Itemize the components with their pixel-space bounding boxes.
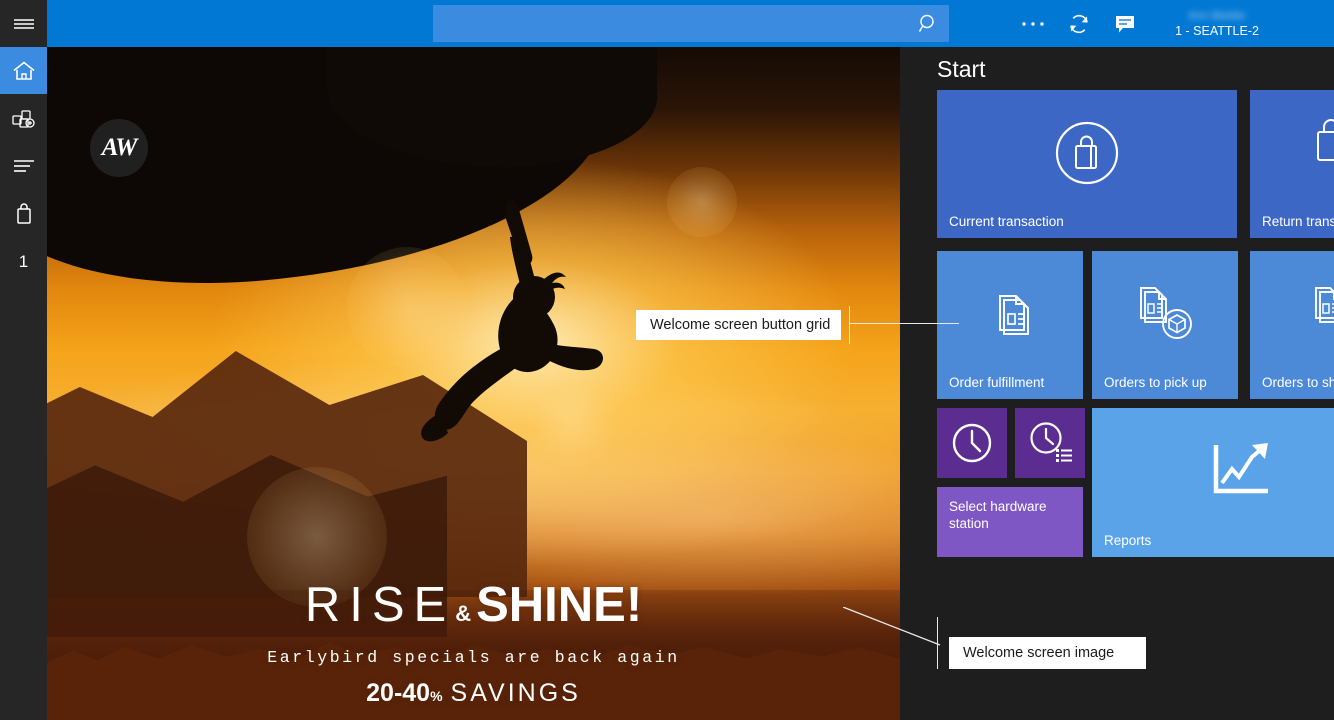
cart-item-count[interactable]: 1 [0,238,47,286]
promo-savings-word: SAVINGS [451,679,581,707]
promo-savings-value: 20-40 [366,679,430,707]
tile-return-transaction[interactable]: Return transaction [1250,90,1334,238]
promo-savings-percent: % [430,688,442,704]
tile-current-transaction[interactable]: Current transaction [937,90,1237,238]
user-info[interactable]: Ann Beebe 1 - SEATTLE-2 [1147,0,1287,47]
tile-icon-wrap [1250,251,1334,377]
callout-welcome-image: Welcome screen image [949,637,1146,669]
refresh-button[interactable] [1055,0,1103,47]
clock-list-icon [1026,419,1074,467]
clock-icon [949,420,995,466]
climber-silhouette [382,197,642,457]
tile-order-fulfillment[interactable]: Order fulfillment [937,251,1083,399]
user-store: 1 - SEATTLE-2 [1175,24,1259,38]
refresh-icon [1067,12,1091,36]
messages-button[interactable] [1101,0,1149,47]
message-icon [1114,13,1136,35]
chart-arrow-up-icon [1208,441,1280,503]
sidebar-item-journal[interactable] [0,142,47,190]
tile-select-hardware-station[interactable]: Select hardware station [937,487,1083,557]
document-package-icon [1133,284,1197,344]
shopping-bag-circle-icon [1050,116,1124,190]
navigation-rail: 1 [0,0,47,720]
tile-icon-wrap [1015,408,1085,478]
tile-icon-wrap [1092,408,1334,535]
start-panel: Start Current transaction [900,47,1334,720]
callout-leader-line [849,306,850,344]
tile-time-clock[interactable] [937,408,1007,478]
home-icon [12,60,36,82]
document-ship-icon [1308,284,1334,344]
search-input[interactable] [433,5,949,42]
tile-icon-wrap [1092,251,1238,377]
tile-label: Orders to pick up [1104,374,1230,391]
hamburger-menu-button[interactable] [0,0,47,47]
callout-leader-line [849,323,959,324]
tile-icon-wrap [1250,90,1334,216]
more-options-button[interactable] [1009,0,1057,47]
page-title: Start [937,56,986,83]
tile-icon-wrap [937,90,1237,216]
tile-reports[interactable]: Reports [1092,408,1334,557]
tile-label: Select hardware station [949,498,1075,532]
sidebar-item-home[interactable] [0,47,47,94]
tile-icon-wrap [937,251,1083,377]
tile-label: Order fulfillment [949,374,1075,391]
promo-headline-shine: SHINE! [476,578,642,632]
tile-label: Reports [1104,532,1334,549]
document-stack-icon [982,286,1038,342]
callout-leader-line [937,617,938,669]
callout-button-grid: Welcome screen button grid [636,310,841,340]
shopping-bag-return-icon [1308,118,1334,188]
search-icon [917,13,939,35]
tile-time-clock-entries[interactable] [1015,408,1085,478]
tile-label: Return transaction [1262,213,1334,230]
promo-subheadline: Earlybird specials are back again [47,648,900,667]
sidebar-item-products[interactable] [0,94,47,142]
promo-headline-ampersand: & [455,601,471,626]
shopping-bag-icon [13,202,35,226]
search-button[interactable] [907,5,949,42]
welcome-screen-image: AW RISE&SHINE! Earlybird specials are ba… [47,47,900,720]
tile-orders-ship[interactable]: Orders to ship [1250,251,1334,399]
products-cubes-icon [11,107,37,129]
list-lines-icon [12,157,36,175]
hamburger-menu-icon [13,16,35,32]
tile-icon-wrap [937,408,1007,478]
tile-orders-pickup[interactable]: Orders to pick up [1092,251,1238,399]
ellipsis-icon [1020,20,1046,28]
sidebar-item-cart[interactable] [0,190,47,238]
callout-leader-line [843,607,943,648]
lens-flare [667,167,737,237]
top-bar: Ann Beebe 1 - SEATTLE-2 [47,0,1334,47]
tile-label: Current transaction [949,213,1229,230]
promo-savings: 20-40% SAVINGS [47,679,900,708]
tile-label: Orders to ship [1262,374,1334,391]
promo-headline: RISE&SHINE! [47,581,900,630]
brand-logo: AW [90,119,148,177]
user-name: Ann Beebe [1188,10,1245,22]
promo-headline-rise: RISE [305,578,455,632]
promo-text-block: RISE&SHINE! Earlybird specials are back … [47,581,900,708]
